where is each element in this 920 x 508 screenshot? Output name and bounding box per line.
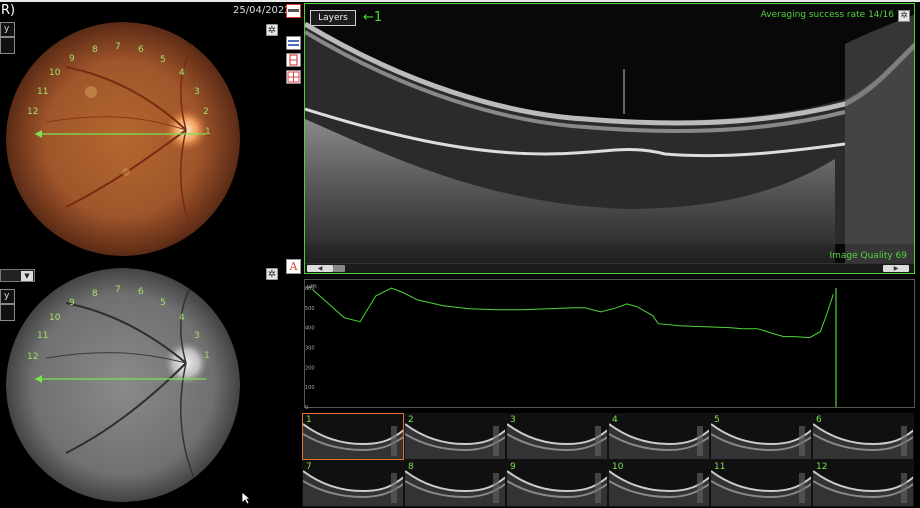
thumbnail-image [405, 470, 505, 506]
bscan-thumbnail[interactable]: 8 [404, 460, 506, 507]
thumbnail-image [711, 470, 811, 506]
thumbnail-label: 2 [408, 415, 414, 425]
thumbnail-image [303, 470, 403, 506]
grid-tool[interactable] [286, 70, 301, 84]
fundus-num-6: 6 [138, 45, 144, 55]
bscan-thumbnail[interactable]: 9 [506, 460, 608, 507]
thumbnail-image [405, 423, 505, 459]
thickness-tick-label: 300 [305, 346, 315, 352]
thumbnail-image [507, 470, 607, 506]
eye-label: R) [1, 3, 16, 18]
thumbnail-label: 9 [510, 462, 516, 472]
redfree-num-10: 10 [49, 313, 61, 323]
fundus-num-11: 11 [37, 87, 48, 97]
bscan-thumbnail[interactable]: 4 [608, 413, 710, 460]
bscan-thumbnail[interactable]: 2 [404, 413, 506, 460]
scroll-right-button[interactable]: ▶ [883, 265, 909, 272]
redfree-num-6: 6 [138, 287, 144, 297]
fundus-num-2: 2 [203, 107, 209, 117]
mouse-cursor-icon [241, 491, 251, 505]
bscan-thumbnails: 1 2 3 4 5 6 7 8 9 10 11 12 [302, 413, 914, 507]
thickness-tick-label: 200 [305, 365, 315, 371]
bscan-thumbnail[interactable]: 10 [608, 460, 710, 507]
layers-tool-icon [288, 40, 299, 46]
thumbnail-label: 7 [306, 462, 312, 472]
redfree-fundus-image[interactable]: 1 3 4 5 6 7 8 9 10 11 12 [6, 268, 240, 502]
thumbnail-image [303, 423, 403, 459]
layers-arrow-annotation: ←1 [363, 10, 383, 25]
layers-button[interactable]: Layers [310, 10, 356, 26]
fundus-num-5: 5 [160, 55, 166, 65]
thumbnail-label: 10 [612, 462, 624, 472]
redfree-num-11: 11 [37, 331, 48, 341]
thumbnail-image [813, 423, 913, 459]
bscan-thumbnail[interactable]: 1 [302, 413, 404, 460]
thumbnail-image [507, 423, 607, 459]
image-quality: Image Quality 69 [829, 251, 907, 261]
thumbnail-label: 6 [816, 415, 822, 425]
scroll-left-button[interactable]: ◀ [307, 265, 333, 272]
bscan-thumbnail[interactable]: 6 [812, 413, 914, 460]
map-tool[interactable] [286, 53, 301, 67]
thickness-tick-label: 500 [305, 306, 315, 312]
redfree-num-9: 9 [69, 298, 75, 308]
thumbnail-label: 4 [612, 415, 618, 425]
thumbnail-label: 5 [714, 415, 720, 425]
fundus-num-12: 12 [27, 107, 38, 117]
thumbnail-label: 1 [306, 415, 312, 425]
redfree-num-7: 7 [115, 285, 121, 295]
bscan-tool-icon [288, 9, 299, 12]
bscan-thumbnail[interactable]: 5 [710, 413, 812, 460]
thumbnail-image [711, 423, 811, 459]
bscan-thumbnail[interactable]: 3 [506, 413, 608, 460]
thumbnail-label: 12 [816, 462, 828, 472]
map-tool-icon [289, 54, 298, 66]
redfree-num-12: 12 [27, 352, 38, 362]
fundus-num-10: 10 [49, 68, 61, 78]
fundus-num-3: 3 [194, 87, 200, 97]
fundus-num-1: 1 [205, 127, 211, 137]
scroll-thumb[interactable] [333, 265, 345, 272]
thumbnail-image [813, 470, 913, 506]
redfree-num-1: 1 [204, 351, 210, 361]
redfree-num-4: 4 [179, 313, 185, 323]
averaging-rate: Averaging success rate 14/16 [760, 10, 894, 20]
oct-bscan-view[interactable]: Layers ←1 Averaging success rate 14/16 ✲… [304, 3, 915, 274]
fundus-num-8: 8 [92, 45, 98, 55]
expand-icon-lower[interactable]: ✲ [266, 268, 278, 280]
thickness-chart: µm 600 500 400 300 200 100 0 [304, 279, 915, 411]
thickness-tick-label: 400 [305, 326, 315, 332]
bscan-view-tool[interactable] [286, 4, 301, 18]
thickness-chart-svg: µm 6005004003002001000 [305, 283, 837, 411]
top-divider [0, 0, 920, 2]
bscan-thumbnail[interactable]: 7 [302, 460, 404, 507]
thumbnail-image [609, 423, 709, 459]
redfree-num-8: 8 [92, 289, 98, 299]
bscan-image [305, 14, 914, 264]
thickness-tick-label: 100 [305, 385, 315, 391]
color-fundus-image[interactable]: 1 2 3 4 5 6 7 8 9 10 11 12 [6, 22, 240, 256]
fundus-num-9: 9 [69, 54, 75, 64]
bscan-thumbnail[interactable]: 11 [710, 460, 812, 507]
exam-date: 25/04/2022 [233, 5, 291, 16]
thickness-tick-label: 0 [305, 405, 308, 409]
grid-tool-icon [287, 71, 300, 83]
fundus-num-7: 7 [115, 42, 121, 52]
redfree-num-5: 5 [160, 298, 166, 308]
thickness-tick-label: 600 [305, 286, 315, 292]
fundus-num-4: 4 [179, 68, 185, 78]
thumbnail-label: 11 [714, 462, 726, 472]
redfree-num-3: 3 [194, 331, 200, 341]
thumbnail-label: 3 [510, 415, 516, 425]
bscan-thumbnail[interactable]: 12 [812, 460, 914, 507]
expand-icon-bscan[interactable]: ✲ [898, 10, 910, 22]
font-icon[interactable]: A [286, 259, 301, 274]
thumbnail-image [609, 470, 709, 506]
bscan-scrollbar[interactable]: ◀ ▶ [305, 263, 914, 273]
thickness-line [312, 287, 834, 339]
thumbnail-label: 8 [408, 462, 414, 472]
layers-tool[interactable] [286, 36, 301, 50]
expand-icon[interactable]: ✲ [266, 24, 278, 36]
